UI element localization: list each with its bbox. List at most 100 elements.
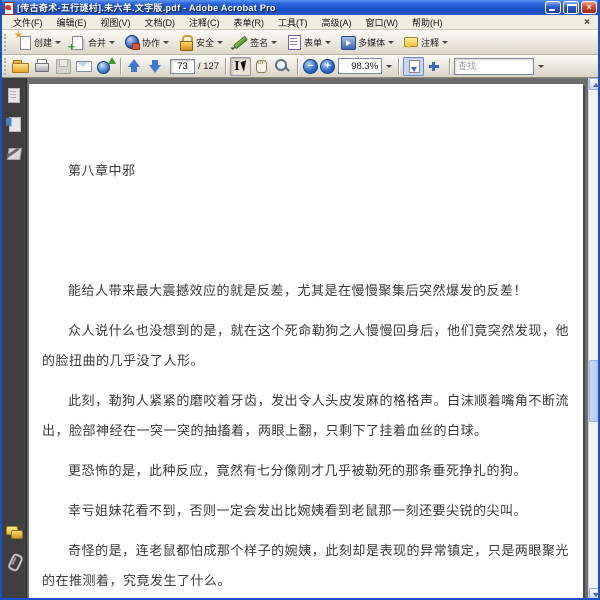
toolbar-separator: [120, 57, 121, 75]
open-folder-icon[interactable]: [11, 57, 32, 76]
paragraph: 能给人带来最大震撼效应的就是反差，尤其是在慢慢聚集后突然爆发的反差！: [68, 284, 528, 299]
comment-button[interactable]: 注释: [398, 32, 452, 53]
task-toolbar: 创建 合并 协作 安全 签名 表单 多媒: [2, 30, 598, 55]
next-page-icon[interactable]: [146, 57, 167, 76]
create-icon: [14, 30, 32, 50]
zoom-dropdown-button[interactable]: [382, 58, 394, 74]
content-area: 第八章中邪 能给人带来最大震撼效应的就是反差，尤其是在慢慢聚集后突然爆发的反差！…: [2, 78, 598, 598]
menu-edit[interactable]: 编辑(E): [50, 15, 94, 30]
chevron-down-icon: [388, 40, 395, 44]
comment-label: 注释: [421, 37, 440, 48]
paragraph: 奇怪的是，连老鼠都怕成那个样子的婉姨，此刻却是表现的异常镇定，只是两眼聚光的在推…: [42, 544, 569, 589]
navigation-panel: [2, 78, 27, 598]
print-icon[interactable]: [32, 57, 53, 76]
document-viewport[interactable]: 第八章中邪 能给人带来最大震撼效应的就是反差，尤其是在慢慢聚集后突然爆发的反差！…: [27, 78, 588, 598]
menu-help[interactable]: 帮助(H): [405, 15, 450, 30]
forms-label: 表单: [304, 37, 323, 48]
chevron-down-icon: [442, 40, 449, 44]
toolbar-grip[interactable]: [4, 57, 8, 75]
file-toolbar: / 127 − + 98.3%: [2, 55, 598, 78]
toolbar-separator: [398, 57, 400, 75]
chevron-down-icon: [271, 40, 278, 44]
menu-document[interactable]: 文档(D): [138, 15, 183, 30]
menu-file[interactable]: 文件(F): [6, 15, 50, 30]
sign-button[interactable]: 签名: [227, 32, 281, 53]
zoom-level-value[interactable]: 98.3%: [338, 58, 383, 74]
chevron-down-icon: [217, 40, 224, 44]
document-text: 第八章中邪 能给人带来最大震撼效应的就是反差，尤其是在慢慢聚集后突然爆发的反差！…: [42, 162, 569, 597]
signatures-panel-icon[interactable]: [5, 145, 22, 161]
attachments-panel-icon[interactable]: [5, 553, 22, 569]
toolbar-separator: [449, 57, 451, 75]
acrobat-window: [传古奇术-五行谜村].未六羊.文字版.pdf - Adobe Acrobat …: [0, 0, 600, 600]
pages-panel-icon[interactable]: [5, 87, 22, 103]
combine-icon: [68, 34, 86, 53]
combine-button[interactable]: 合并: [65, 32, 119, 53]
chevron-down-icon: [385, 64, 392, 68]
bookmarks-panel-icon[interactable]: [5, 116, 22, 132]
secure-label: 安全: [196, 37, 215, 48]
menubar-close-icon[interactable]: ×: [580, 17, 594, 28]
page-number-input[interactable]: [170, 58, 195, 74]
multimedia-button[interactable]: 多媒体: [335, 32, 398, 53]
save-icon-disabled: [53, 57, 74, 76]
find-dropdown-button[interactable]: [534, 58, 546, 74]
toolbar-separator: [225, 57, 227, 75]
menu-forms[interactable]: 表单(R): [227, 15, 272, 30]
zoom-out-icon[interactable]: −: [303, 58, 319, 74]
menu-advanced[interactable]: 高级(A): [315, 15, 359, 30]
secure-button[interactable]: 安全: [173, 32, 227, 53]
toolbar-separator: [297, 57, 299, 75]
toolbar-grip[interactable]: [4, 33, 8, 51]
acrobat-pdf-icon: [3, 2, 14, 15]
email-icon[interactable]: [74, 57, 95, 76]
pdf-page: 第八章中邪 能给人带来最大震撼效应的就是反差，尤其是在慢慢聚集后突然爆发的反差！…: [29, 84, 583, 598]
collaborate-label: 协作: [142, 37, 161, 48]
menu-window[interactable]: 窗口(W): [359, 15, 406, 30]
fit-page-icon[interactable]: [424, 57, 445, 76]
chevron-down-icon: [109, 40, 116, 44]
menu-bar: 文件(F) 编辑(E) 视图(V) 文档(D) 注释(C) 表单(R) 工具(T…: [2, 15, 598, 30]
maximize-button[interactable]: [563, 1, 579, 14]
sign-label: 签名: [250, 37, 269, 48]
multimedia-icon: [339, 34, 357, 50]
hand-tool-icon[interactable]: [251, 57, 272, 76]
form-icon: [285, 34, 302, 50]
close-button[interactable]: ×: [581, 1, 597, 14]
window-title: [传古奇术-五行谜村].未六羊.文字版.pdf - Adobe Acrobat …: [17, 3, 276, 13]
zoom-in-icon[interactable]: +: [320, 58, 336, 74]
paragraph: 更恐怖的是，此种反应，竟然有七分像刚才几乎被勒死的那条垂死挣扎的狗。: [68, 464, 528, 479]
menu-comments[interactable]: 注释(C): [182, 15, 227, 30]
find-input[interactable]: [454, 57, 535, 75]
chevron-down-icon: [537, 64, 544, 68]
multimedia-label: 多媒体: [358, 37, 386, 48]
create-button[interactable]: 创建: [11, 30, 65, 53]
forms-button[interactable]: 表单: [281, 32, 335, 53]
upload-globe-icon[interactable]: [95, 56, 116, 76]
pen-icon: [231, 34, 248, 50]
vertical-scrollbar[interactable]: [588, 78, 598, 598]
collaborate-button[interactable]: 协作: [119, 32, 173, 53]
minimize-button[interactable]: [545, 1, 561, 14]
scroll-up-icon[interactable]: [589, 78, 598, 90]
menu-view[interactable]: 视图(V): [94, 15, 138, 30]
paragraph: 众人说什么也没想到的是，就在这个死命勒狗之人慢慢回身后，他们竟突然发现，他的脸扭…: [42, 324, 569, 369]
title-bar: [传古奇术-五行谜村].未六羊.文字版.pdf - Adobe Acrobat …: [2, 0, 598, 15]
chevron-down-icon: [163, 40, 170, 44]
speech-bubble-icon: [402, 34, 419, 50]
chapter-title: 第八章中邪: [68, 164, 136, 179]
select-tool-icon[interactable]: [230, 56, 252, 76]
chevron-down-icon: [55, 40, 62, 44]
scrolling-mode-icon[interactable]: [403, 56, 425, 76]
scrollbar-thumb[interactable]: [589, 360, 598, 422]
previous-page-icon[interactable]: [125, 57, 146, 76]
scroll-down-icon[interactable]: [589, 588, 598, 598]
chevron-down-icon: [325, 40, 332, 44]
page-total-label: / 127: [198, 60, 220, 72]
combine-label: 合并: [88, 37, 107, 48]
menu-tools[interactable]: 工具(T): [271, 15, 315, 30]
create-label: 创建: [34, 37, 53, 48]
marquee-zoom-icon[interactable]: [272, 57, 293, 76]
paragraph: 此刻，勒狗人紧紧的磨咬着牙齿，发出令人头皮发麻的格格声。白沫顺着嘴角不断流出，脸…: [42, 394, 569, 439]
comments-panel-icon[interactable]: [5, 524, 23, 540]
